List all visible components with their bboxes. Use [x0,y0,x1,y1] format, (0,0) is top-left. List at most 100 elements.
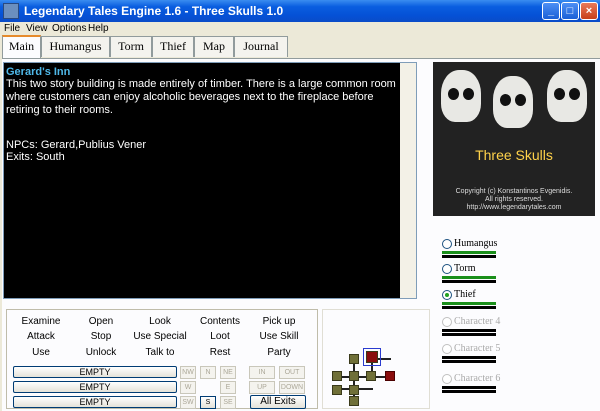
health-bar [442,276,496,279]
character-thief[interactable]: Thief [442,288,592,310]
cmd-look[interactable]: Look [126,316,194,327]
skull-right-icon [547,70,587,122]
room-exits: Exits: South [6,151,65,163]
cmd-rest[interactable]: Rest [186,347,254,358]
mana-bar [442,390,496,393]
skull-left-icon [441,70,481,122]
health-bar [442,386,496,389]
cmd-open[interactable]: Open [67,316,135,327]
radio-torm[interactable] [442,264,452,274]
command-panel: Examine Open Look Contents Pick up Attac… [6,309,318,409]
game-banner: Three Skulls Copyright (c) Konstantinos … [433,62,595,216]
map-room [349,371,359,381]
item-slot-3[interactable]: EMPTY [13,396,177,408]
dir-up-button[interactable]: UP [249,381,275,394]
map-room [366,371,376,381]
menu-help[interactable]: Help [88,23,109,34]
character-name: Character 6 [454,373,501,384]
dir-se-button[interactable]: SE [220,396,236,409]
map-room-special [385,371,395,381]
dir-in-button[interactable]: IN [249,366,275,379]
cmd-loot[interactable]: Loot [186,331,254,342]
app-icon [3,3,19,19]
menu-options[interactable]: Options [52,23,86,34]
maximize-button[interactable]: □ [561,2,579,20]
map-room [332,385,342,395]
mana-bar [442,280,496,283]
radio-character-6 [442,374,452,384]
cmd-pick-up[interactable]: Pick up [245,316,313,327]
cmd-use-skill[interactable]: Use Skill [245,331,313,342]
tab-map[interactable]: Map [194,36,234,57]
character-name: Thief [454,289,476,300]
banner-copyright: Copyright (c) Konstantinos Evgenidis. Al… [455,188,573,211]
character-5: Character 5 [442,342,592,364]
dir-sw-button[interactable]: SW [180,396,196,409]
health-bar [442,329,496,332]
menu-bar: File View Options Help [0,22,600,36]
title-bar: Legendary Tales Engine 1.6 - Three Skull… [0,0,600,22]
dir-n-button[interactable]: N [200,366,216,379]
character-humangus[interactable]: Humangus [442,237,592,259]
map-room [349,385,359,395]
minimize-button[interactable]: _ [542,2,560,20]
tab-main[interactable]: Main [2,35,41,58]
radio-character-5 [442,344,452,354]
cmd-stop[interactable]: Stop [67,331,135,342]
minimap [322,309,430,409]
all-exits-button[interactable]: All Exits [250,395,306,409]
mana-bar [442,255,496,258]
mana-bar [442,333,496,336]
cmd-use[interactable]: Use [7,347,75,358]
tab-bar: Main Humangus Torm Thief Map Journal [0,35,600,58]
item-slot-2[interactable]: EMPTY [13,381,177,393]
map-room [349,396,359,406]
cmd-talk-to[interactable]: Talk to [126,347,194,358]
dir-s-button[interactable]: S [200,396,216,409]
tab-thief[interactable]: Thief [152,36,194,57]
menu-file[interactable]: File [4,23,20,34]
dir-ne-button[interactable]: NE [220,366,236,379]
cmd-party[interactable]: Party [245,347,313,358]
tab-torm[interactable]: Torm [110,36,152,57]
menu-view[interactable]: View [26,23,48,34]
cmd-use-special[interactable]: Use Special [126,331,194,342]
tab-humangus[interactable]: Humangus [41,36,110,57]
map-room-current [366,351,378,363]
banner-game-name: Three Skulls [475,147,553,163]
radio-humangus[interactable] [442,239,452,249]
room-title: Gerard's Inn [6,66,71,78]
radio-character-4 [442,317,452,327]
character-torm[interactable]: Torm [442,262,592,284]
mana-bar [442,360,496,363]
text-scrollbar[interactable] [400,63,416,298]
dir-nw-button[interactable]: NW [180,366,196,379]
character-name: Character 5 [454,343,501,354]
close-button[interactable]: × [580,2,598,20]
dir-out-button[interactable]: OUT [279,366,305,379]
room-description: This two story building is made entirely… [6,78,396,116]
item-slot-1[interactable]: EMPTY [13,366,177,378]
mana-bar [442,306,496,309]
health-bar [442,251,496,254]
dir-e-button[interactable]: E [220,381,236,394]
radio-thief[interactable] [442,290,452,300]
cmd-examine[interactable]: Examine [7,316,75,327]
character-name: Character 4 [454,316,501,327]
tab-journal[interactable]: Journal [234,36,288,57]
map-room [332,371,342,381]
room-text-area[interactable]: Gerard's Inn This two story building is … [3,62,417,299]
room-npcs: NPCs: Gerard,Publius Vener [6,139,147,151]
map-path [337,376,387,378]
cmd-contents[interactable]: Contents [186,316,254,327]
health-bar [442,356,496,359]
map-room [349,354,359,364]
cmd-unlock[interactable]: Unlock [67,347,135,358]
skull-center-icon [493,76,533,128]
cmd-attack[interactable]: Attack [7,331,75,342]
window-title: Legendary Tales Engine 1.6 - Three Skull… [24,4,284,18]
character-4: Character 4 [442,315,592,337]
dir-down-button[interactable]: DOWN [279,381,305,394]
dir-w-button[interactable]: W [180,381,196,394]
character-name: Humangus [454,238,498,249]
